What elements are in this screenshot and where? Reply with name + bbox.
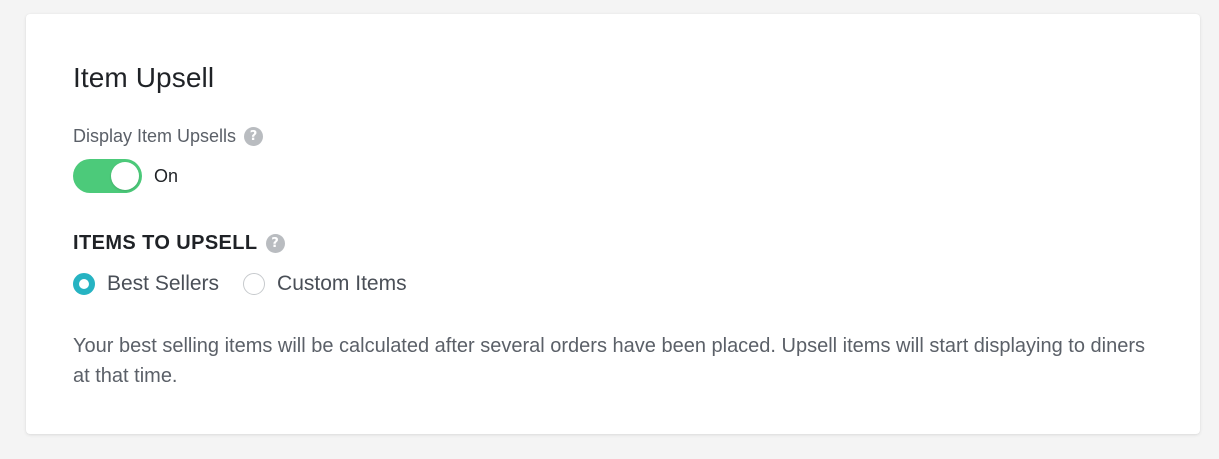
custom-items-label: Custom Items [277,272,407,295]
radio-option-best-sellers[interactable]: Best Sellers [73,272,219,296]
items-to-upsell-heading: ITEMS TO UPSELL [73,232,258,254]
custom-items-radio[interactable] [243,273,266,295]
best-sellers-label: Best Sellers [107,272,220,295]
toggle-knob [111,162,139,190]
toggle-state-label: On [154,165,179,186]
best-sellers-radio[interactable] [73,273,95,295]
question-circle-icon[interactable]: ? [265,234,285,253]
upsell-source-radio-group: Best Sellers Custom Items [73,272,431,296]
display-upsells-toggle[interactable] [73,159,142,193]
display-upsells-toggle-row: On [73,159,178,193]
display-upsells-label-row: Display Item Upsells ? [73,126,264,147]
item-upsell-card: Item Upsell Display Item Upsells ? On IT… [26,14,1200,434]
question-circle-icon[interactable]: ? [244,127,264,146]
display-upsells-label: Display Item Upsells [73,126,237,146]
upsell-description: Your best selling items will be calculat… [73,335,1146,387]
card-title: Item Upsell [73,62,215,93]
radio-option-custom-items[interactable]: Custom Items [243,272,407,296]
items-to-upsell-heading-row: ITEMS TO UPSELL ? [73,232,285,255]
